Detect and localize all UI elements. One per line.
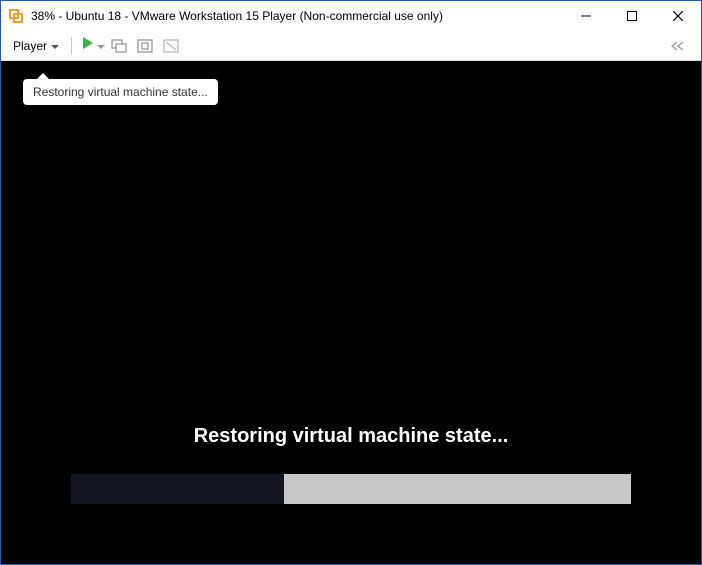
toolbar: Player	[1, 31, 701, 61]
play-icon	[81, 36, 95, 55]
chevron-down-icon	[97, 37, 105, 55]
restore-progress-bar	[71, 474, 631, 504]
fullscreen-button[interactable]	[134, 39, 156, 53]
vmware-app-icon	[7, 7, 25, 25]
player-menu-label: Player	[13, 39, 47, 53]
restore-status-text: Restoring virtual machine state...	[194, 425, 509, 448]
menu-tooltip: Restoring virtual machine state...	[23, 79, 218, 105]
player-menu-button[interactable]: Player	[9, 37, 63, 55]
maximize-button[interactable]	[609, 1, 655, 31]
chevron-down-icon	[51, 39, 59, 53]
close-button[interactable]	[655, 1, 701, 31]
unity-mode-button[interactable]	[160, 39, 182, 53]
window-title: 38% - Ubuntu 18 - VMware Workstation 15 …	[31, 9, 563, 23]
separator	[71, 37, 72, 55]
restore-progress-fill	[71, 474, 284, 504]
vm-display-area: Restoring virtual machine state...	[1, 61, 701, 564]
window-controls	[563, 1, 701, 31]
power-on-button[interactable]	[82, 36, 104, 55]
tooltip-text: Restoring virtual machine state...	[33, 85, 208, 99]
collapse-toolbar-button[interactable]	[669, 42, 691, 50]
window-titlebar: 38% - Ubuntu 18 - VMware Workstation 15 …	[1, 1, 701, 31]
send-ctrl-alt-del-button[interactable]	[108, 39, 130, 53]
minimize-button[interactable]	[563, 1, 609, 31]
